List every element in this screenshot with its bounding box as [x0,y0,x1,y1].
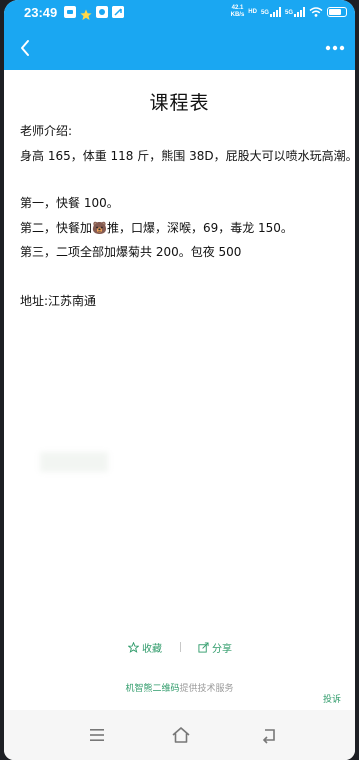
menu-icon [90,729,104,741]
provider-suffix: 提供技术服务 [179,684,234,694]
more-dots-icon [325,45,345,51]
action-divider [180,642,181,652]
star-app-icon [80,6,92,25]
back-arrow-icon [262,729,275,744]
home-icon [172,727,190,743]
share-label: 分享 [212,644,232,655]
blurred-artifact [40,452,108,472]
signal-icon [294,7,305,17]
status-time: 23:49 [24,5,58,20]
message-icon [64,6,76,18]
phone-screen: 23:49 42.1 KB/s HD 5G 5G 课程表 老师介绍: 身高 16… [4,0,355,760]
sim1-signal: 5G [261,7,281,17]
report-link[interactable]: 投诉 [323,692,341,705]
signal-icon [269,7,281,17]
provider-note: 机智熊二维码提供技术服务 [4,681,355,694]
network-speed: 42.1 KB/s [230,5,245,18]
star-outline-icon [128,642,139,653]
wifi-icon [309,7,323,17]
course-item-3: 第三，二项全部加爆菊共 200。包夜 500 [20,245,242,259]
status-right: 42.1 KB/s HD 5G 5G [231,5,347,19]
more-button[interactable] [323,38,347,58]
nav-back-button[interactable] [258,726,280,744]
share-icon [198,642,209,653]
teacher-intro-heading: 老师介绍: [20,124,73,138]
sim2-signal: 5G [285,7,305,17]
back-button[interactable] [16,36,36,60]
page-title: 课程表 [149,92,210,114]
favorite-button[interactable]: 收藏 [128,640,162,655]
chevron-left-icon [21,40,29,56]
home-button[interactable] [170,726,192,744]
teacher-intro-text: 身高 165，体重 118 斤，熊围 38D，屁股大可以喷水玩高潮。 [20,149,355,163]
system-nav-bar [4,710,355,760]
provider-name[interactable]: 机智熊二维码 [125,684,179,694]
battery-icon [327,7,347,17]
address-text: 地址:江苏南通 [20,294,97,308]
status-bar: 23:49 42.1 KB/s HD 5G 5G [4,0,355,26]
favorite-label: 收藏 [142,644,162,655]
page-content: 课程表 [4,70,355,115]
toolbar [4,26,355,70]
course-item-1: 第一，快餐 100。 [20,196,119,210]
app-icon [112,6,124,18]
status-left-icons [64,6,124,25]
notification-icon [96,6,108,18]
hd-indicator: HD [248,8,257,15]
share-button[interactable]: 分享 [198,640,232,655]
battery-level [329,9,342,15]
course-item-2: 第二，快餐加🐻推，口爆，深喉，69，毒龙 150。 [20,221,293,235]
menu-button[interactable] [86,726,108,744]
